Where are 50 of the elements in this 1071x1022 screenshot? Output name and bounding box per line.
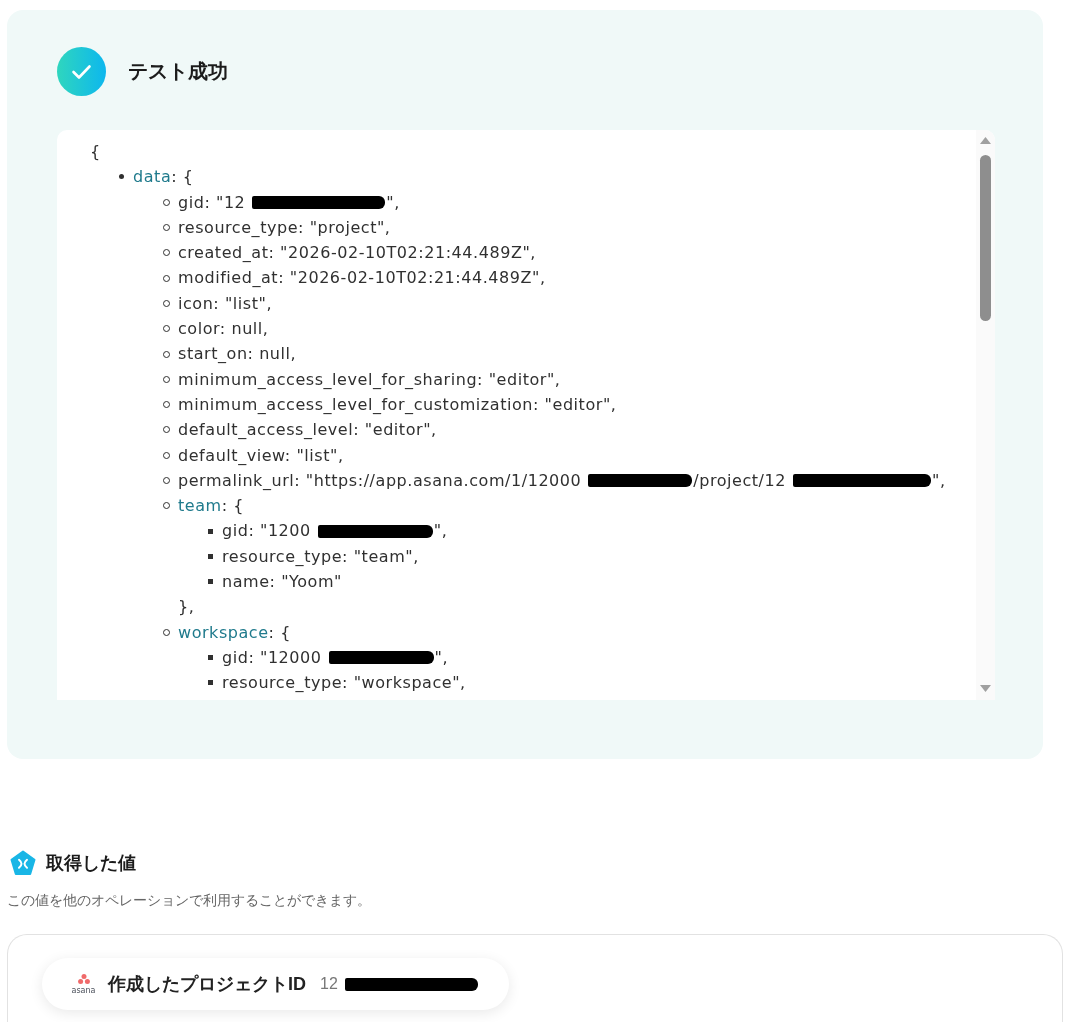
json-text: /project/12 [693,469,787,492]
json-text: icon: "list", [178,292,273,315]
square-bullet-icon [208,655,213,661]
scroll-down-arrow-icon[interactable] [980,685,991,692]
json-text: gid: "12 [178,191,246,214]
pentagon-variable-icon [10,850,36,876]
json-text: ", [433,520,448,543]
check-circle-icon [57,47,106,96]
square-bullet-icon [208,528,213,534]
json-text: ", [434,646,449,669]
scroll-up-arrow-icon[interactable] [980,137,991,144]
json-text: modified_at: "2026-02-10T02:21:44.489Z", [178,267,546,290]
json-key: data [133,164,172,190]
json-key: team [178,493,222,519]
json-text: minimum_access_level_for_customization: "editor", [178,393,617,416]
json-text: : { [268,621,291,644]
json-text: ", [932,469,946,492]
section-description: この値を他のオペレーションで利用することができます。 [7,891,372,910]
json-text: resource_type: "project", [178,216,391,239]
json-text: }, [178,596,195,619]
json-text: resource_type: "workspace", [222,672,466,695]
scrollbar-thumb[interactable] [980,155,991,321]
three-dots-icon [77,973,90,984]
json-text: default_access_level: "editor", [178,419,437,442]
square-bullet-icon [208,553,213,559]
json-text: : { [171,166,194,189]
json-text: start_on: null, [178,343,297,366]
json-text: permalink_url: "https://app.asana.com/1/12000 [178,469,582,492]
json-text: gid: "12000 [222,646,322,669]
logo-wordmark: asana [71,985,96,995]
json-text: created_at: "2026-02-10T02:21:44.489Z", [178,242,536,265]
json-text: minimum_access_level_for_sharing: "editor", [178,368,561,391]
square-bullet-icon [208,680,213,686]
value-label: 作成したプロジェクトID [108,973,306,996]
scrollbar-track[interactable] [976,130,995,700]
json-text: color: null, [178,318,269,341]
result-title: テスト成功 [128,59,228,84]
disc-bullet-icon [119,174,124,180]
json-text: : { [221,495,245,518]
json-text: gid: "1200 [222,520,311,543]
json-key: workspace [178,619,269,645]
value-chip[interactable]: asana 作成したプロジェクトID 12 [42,958,509,1010]
json-text: resource_type: "team", [222,545,419,568]
square-bullet-icon [208,579,213,585]
json-text: name: "Yoom" [222,571,342,594]
json-text: default_view: "list", [178,444,344,467]
json-text: { [90,141,101,163]
section-heading: 取得した値 [46,852,136,875]
value-text: 12 [320,975,338,993]
json-text: ", [386,191,400,214]
